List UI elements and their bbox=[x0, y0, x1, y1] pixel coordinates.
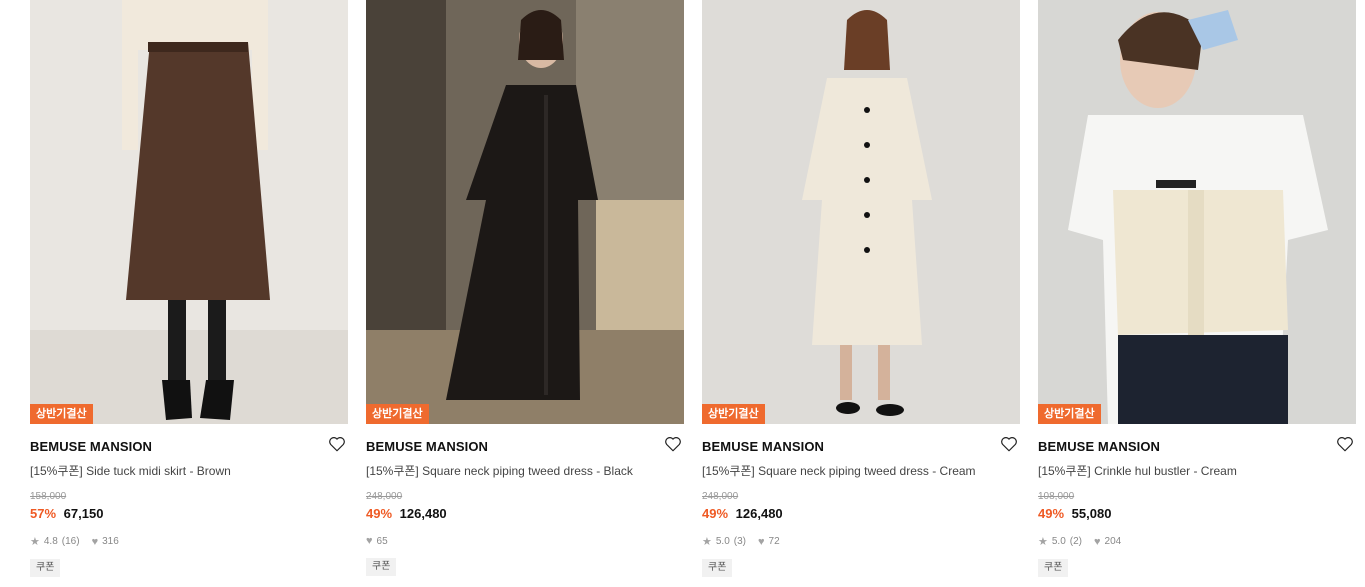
star-icon: ★ bbox=[1038, 536, 1048, 548]
original-price: 158,000 bbox=[30, 491, 67, 502]
brand-name[interactable]: BEMUSE MANSION bbox=[30, 439, 152, 454]
product-stats: ★ 5.0 (2) ♥ 204 bbox=[1038, 535, 1356, 549]
heart-outline-icon[interactable] bbox=[1000, 435, 1018, 453]
product-card[interactable]: 상반기결산 BEMUSE MANSION [15%쿠폰] Side tuck m… bbox=[30, 0, 348, 587]
price-row: 49% 55,080 bbox=[1038, 506, 1356, 521]
product-card[interactable]: 상반기결산 BEMUSE MANSION [15%쿠폰] Crinkle hul… bbox=[1038, 0, 1356, 587]
product-image[interactable]: 상반기결산 bbox=[30, 0, 348, 424]
sale-price: 126,480 bbox=[735, 506, 783, 521]
rating-value: 4.8 bbox=[43, 536, 58, 547]
review-count: (3) bbox=[733, 536, 747, 547]
product-image[interactable]: 상반기결산 bbox=[366, 0, 684, 424]
original-price: 248,000 bbox=[702, 491, 739, 502]
product-card[interactable]: 상반기결산 BEMUSE MANSION [15%쿠폰] Square neck… bbox=[702, 0, 1020, 587]
heart-outline-icon[interactable] bbox=[664, 435, 682, 453]
like-count: 72 bbox=[768, 536, 780, 547]
discount-rate: 49% bbox=[1038, 506, 1065, 521]
product-stats: ★ 5.0 (3) ♥ 72 bbox=[702, 535, 1020, 549]
event-tag: 상반기결산 bbox=[702, 404, 765, 424]
event-tag: 상반기결산 bbox=[30, 404, 93, 424]
product-image[interactable]: 상반기결산 bbox=[702, 0, 1020, 424]
price-row: 57% 67,150 bbox=[30, 506, 348, 521]
product-name[interactable]: [15%쿠폰] Square neck piping tweed dress -… bbox=[366, 462, 684, 479]
like-count: 204 bbox=[1104, 536, 1122, 547]
review-count: (2) bbox=[1069, 536, 1083, 547]
product-name[interactable]: [15%쿠폰] Square neck piping tweed dress -… bbox=[702, 462, 1020, 479]
review-count: (16) bbox=[61, 536, 80, 547]
heart-outline-icon[interactable] bbox=[328, 435, 346, 453]
event-tag: 상반기결산 bbox=[366, 404, 429, 424]
product-stats: ♥ 65 bbox=[366, 535, 684, 547]
star-icon: ★ bbox=[30, 536, 40, 548]
product-stats: ★ 4.8 (16) ♥ 316 bbox=[30, 535, 348, 549]
brand-name[interactable]: BEMUSE MANSION bbox=[1038, 439, 1160, 454]
coupon-badge: 쿠폰 bbox=[1038, 559, 1069, 577]
heart-icon: ♥ bbox=[91, 535, 99, 548]
heart-icon: ♥ bbox=[758, 535, 765, 548]
product-name[interactable]: [15%쿠폰] Side tuck midi skirt - Brown bbox=[30, 462, 348, 479]
price-row: 49% 126,480 bbox=[366, 506, 684, 521]
brand-name[interactable]: BEMUSE MANSION bbox=[366, 439, 488, 454]
discount-rate: 49% bbox=[366, 506, 393, 521]
sale-price: 55,080 bbox=[1071, 506, 1112, 521]
discount-rate: 49% bbox=[702, 506, 729, 521]
sale-price: 126,480 bbox=[399, 506, 447, 521]
original-price: 108,000 bbox=[1038, 491, 1075, 502]
discount-rate: 57% bbox=[30, 506, 57, 521]
event-tag: 상반기결산 bbox=[1038, 404, 1101, 424]
like-count: 65 bbox=[376, 535, 388, 547]
product-name[interactable]: [15%쿠폰] Crinkle hul bustler - Cream bbox=[1038, 462, 1356, 479]
coupon-badge: 쿠폰 bbox=[702, 559, 733, 577]
heart-icon: ♥ bbox=[366, 535, 373, 547]
coupon-badge: 쿠폰 bbox=[30, 559, 61, 577]
rating-value: 5.0 bbox=[1051, 536, 1066, 547]
product-grid: 상반기결산 BEMUSE MANSION [15%쿠폰] Side tuck m… bbox=[0, 0, 1365, 587]
price-row: 49% 126,480 bbox=[702, 506, 1020, 521]
brand-name[interactable]: BEMUSE MANSION bbox=[702, 439, 824, 454]
sale-price: 67,150 bbox=[63, 506, 104, 521]
heart-outline-icon[interactable] bbox=[1336, 435, 1354, 453]
product-card[interactable]: 상반기결산 BEMUSE MANSION [15%쿠폰] Square neck… bbox=[366, 0, 684, 587]
rating-value: 5.0 bbox=[715, 536, 730, 547]
coupon-badge: 쿠폰 bbox=[366, 558, 397, 576]
product-image[interactable]: 상반기결산 bbox=[1038, 0, 1356, 424]
like-count: 316 bbox=[102, 536, 119, 547]
heart-icon: ♥ bbox=[1094, 535, 1101, 548]
original-price: 248,000 bbox=[366, 491, 403, 502]
star-icon: ★ bbox=[702, 536, 712, 548]
